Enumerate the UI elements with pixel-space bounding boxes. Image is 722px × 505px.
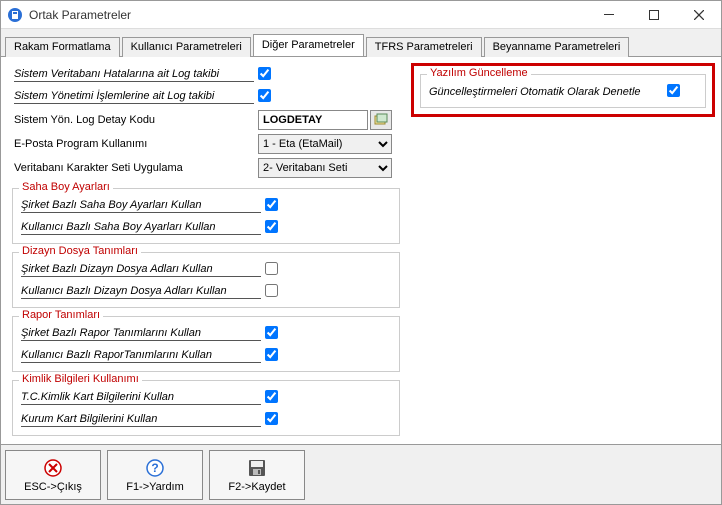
- help-icon: ?: [144, 457, 166, 479]
- checkbox-kimlik-r2[interactable]: [265, 412, 278, 425]
- window-title: Ortak Parametreler: [29, 8, 586, 22]
- tab-rakam-formatlama[interactable]: Rakam Formatlama: [5, 37, 120, 57]
- tab-tfrs-parametreleri[interactable]: TFRS Parametreleri: [366, 37, 482, 57]
- row-sys-db-log: Sistem Veritabanı Hatalarına ait Log tak…: [8, 64, 404, 86]
- tab-kullanici-parametreleri[interactable]: Kullanıcı Parametreleri: [122, 37, 251, 57]
- help-button[interactable]: ? F1->Yardım: [107, 450, 203, 500]
- maximize-button[interactable]: [631, 1, 676, 28]
- right-column: Yazılım Güncelleme Güncelleştirmeleri Ot…: [411, 63, 715, 438]
- row-kimlik-r2: Kurum Kart Bilgilerini Kullan: [15, 409, 397, 431]
- row-rapor-r2: Kullanıcı Bazlı RaporTanımlarını Kullan: [15, 345, 397, 367]
- select-charset[interactable]: 2- Veritabanı Seti: [258, 158, 392, 178]
- row-charset: Veritabanı Karakter Seti Uygulama 2- Ver…: [8, 156, 404, 180]
- row-dizayn-r2: Kullanıcı Bazlı Dizayn Dosya Adları Kull…: [15, 281, 397, 303]
- checkbox-dizayn-r1[interactable]: [265, 262, 278, 275]
- group-saha-boy: Saha Boy Ayarları Şirket Bazlı Saha Boy …: [12, 188, 400, 244]
- legend-rapor: Rapor Tanımları: [19, 309, 103, 321]
- label-auto-update: Güncelleştirmeleri Otomatik Olarak Denet…: [427, 86, 667, 98]
- label-sys-mgmt-log: Sistem Yönetimi İşlemlerine ait Log taki…: [14, 90, 254, 104]
- app-icon: [7, 7, 23, 23]
- checkbox-saha-r2[interactable]: [265, 220, 278, 233]
- label-charset: Veritabanı Karakter Seti Uygulama: [12, 162, 258, 174]
- input-log-detail-code[interactable]: LOGDETAY: [258, 110, 368, 130]
- checkbox-auto-update[interactable]: [667, 84, 680, 97]
- save-button-label: F2->Kaydet: [228, 481, 285, 493]
- row-rapor-r1: Şirket Bazlı Rapor Tanımlarını Kullan: [15, 323, 397, 345]
- label-saha-r2: Kullanıcı Bazlı Saha Boy Ayarları Kullan: [21, 221, 261, 235]
- help-button-label: F1->Yardım: [126, 481, 184, 493]
- group-yazilim-guncelleme: Yazılım Güncelleme Güncelleştirmeleri Ot…: [420, 74, 706, 108]
- row-email-program: E-Posta Program Kullanımı 1 - Eta (EtaMa…: [8, 132, 404, 156]
- save-button[interactable]: F2->Kaydet: [209, 450, 305, 500]
- legend-kimlik: Kimlik Bilgileri Kullanımı: [19, 373, 142, 385]
- tab-diger-parametreler[interactable]: Diğer Parametreler: [253, 34, 364, 56]
- titlebar: Ortak Parametreler: [1, 1, 721, 29]
- legend-saha-boy: Saha Boy Ayarları: [19, 181, 113, 193]
- label-log-detail-code: Sistem Yön. Log Detay Kodu: [12, 114, 258, 126]
- label-kimlik-r2: Kurum Kart Bilgilerini Kullan: [21, 413, 261, 427]
- legend-dizayn: Dizayn Dosya Tanımları: [19, 245, 141, 257]
- minimize-button[interactable]: [586, 1, 631, 28]
- checkbox-rapor-r1[interactable]: [265, 326, 278, 339]
- checkbox-sys-mgmt-log[interactable]: [258, 89, 271, 102]
- tab-bar: Rakam Formatlama Kullanıcı Parametreleri…: [1, 29, 721, 57]
- row-sys-mgmt-log: Sistem Yönetimi İşlemlerine ait Log taki…: [8, 86, 404, 108]
- row-dizayn-r1: Şirket Bazlı Dizayn Dosya Adları Kullan: [15, 259, 397, 281]
- checkbox-saha-r1[interactable]: [265, 198, 278, 211]
- checkbox-kimlik-r1[interactable]: [265, 390, 278, 403]
- exit-button[interactable]: ESC->Çıkış: [5, 450, 101, 500]
- tab-beyanname-parametreleri[interactable]: Beyanname Parametreleri: [484, 37, 630, 57]
- exit-button-label: ESC->Çıkış: [24, 481, 82, 493]
- checkbox-rapor-r2[interactable]: [265, 348, 278, 361]
- checkbox-sys-db-log[interactable]: [258, 67, 271, 80]
- checkbox-dizayn-r2[interactable]: [265, 284, 278, 297]
- highlight-update-box: Yazılım Güncelleme Güncelleştirmeleri Ot…: [411, 63, 715, 117]
- main-panel: Sistem Veritabanı Hatalarına ait Log tak…: [1, 57, 721, 444]
- select-email-program[interactable]: 1 - Eta (EtaMail): [258, 134, 392, 154]
- label-rapor-r2: Kullanıcı Bazlı RaporTanımlarını Kullan: [21, 349, 261, 363]
- row-auto-update: Güncelleştirmeleri Otomatik Olarak Denet…: [423, 81, 703, 103]
- window-controls: [586, 1, 721, 28]
- lookup-icon: [374, 113, 388, 127]
- label-email-program: E-Posta Program Kullanımı: [12, 138, 258, 150]
- label-dizayn-r1: Şirket Bazlı Dizayn Dosya Adları Kullan: [21, 263, 261, 277]
- label-kimlik-r1: T.C.Kimlik Kart Bilgilerini Kullan: [21, 391, 261, 405]
- group-kimlik: Kimlik Bilgileri Kullanımı T.C.Kimlik Ka…: [12, 380, 400, 436]
- label-sys-db-log: Sistem Veritabanı Hatalarına ait Log tak…: [14, 68, 254, 82]
- row-kimlik-r1: T.C.Kimlik Kart Bilgilerini Kullan: [15, 387, 397, 409]
- row-log-detail-code: Sistem Yön. Log Detay Kodu LOGDETAY: [8, 108, 404, 132]
- left-column: Sistem Veritabanı Hatalarına ait Log tak…: [7, 63, 405, 438]
- label-dizayn-r2: Kullanıcı Bazlı Dizayn Dosya Adları Kull…: [21, 285, 261, 299]
- row-saha-r1: Şirket Bazlı Saha Boy Ayarları Kullan: [15, 195, 397, 217]
- group-dizayn: Dizayn Dosya Tanımları Şirket Bazlı Diza…: [12, 252, 400, 308]
- row-saha-r2: Kullanıcı Bazlı Saha Boy Ayarları Kullan: [15, 217, 397, 239]
- close-button[interactable]: [676, 1, 721, 28]
- label-saha-r1: Şirket Bazlı Saha Boy Ayarları Kullan: [21, 199, 261, 213]
- footer-toolbar: ESC->Çıkış ? F1->Yardım F2->Kaydet: [1, 444, 721, 504]
- label-rapor-r1: Şirket Bazlı Rapor Tanımlarını Kullan: [21, 327, 261, 341]
- legend-yazilim-guncelleme: Yazılım Güncelleme: [427, 67, 531, 79]
- close-icon: [42, 457, 64, 479]
- group-rapor: Rapor Tanımları Şirket Bazlı Rapor Tanım…: [12, 316, 400, 372]
- save-icon: [246, 457, 268, 479]
- svg-text:?: ?: [151, 461, 158, 475]
- lookup-log-detail-button[interactable]: [370, 110, 392, 130]
